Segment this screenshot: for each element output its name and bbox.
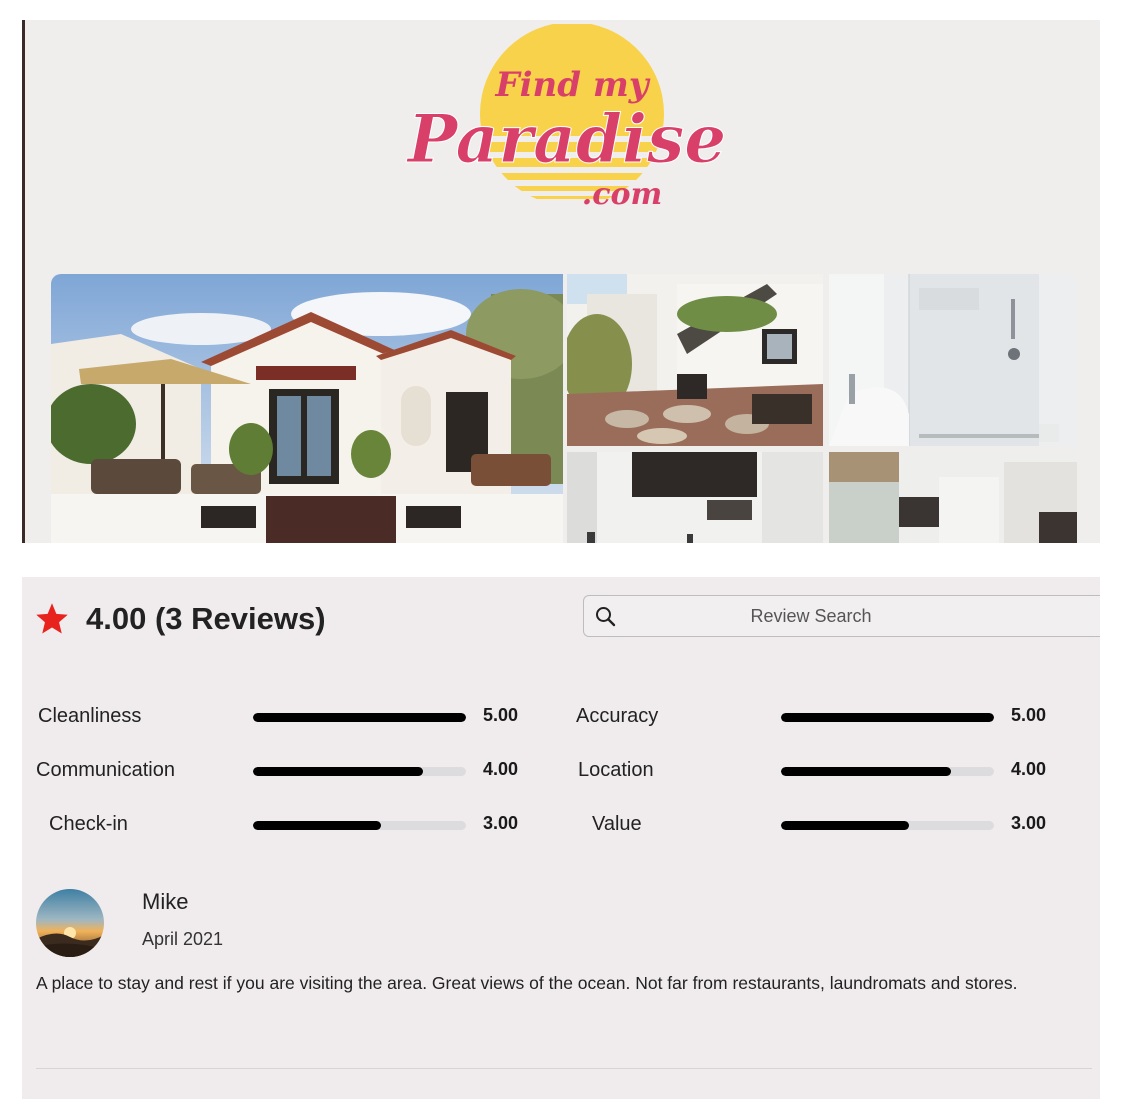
reviewer-avatar[interactable] (36, 889, 104, 957)
rating-bar-check-in (253, 821, 466, 830)
rating-label-location: Location (578, 759, 654, 781)
rating-bar-location (781, 767, 994, 776)
rating-bar-fill (253, 713, 466, 722)
logo-text-paradise: Paradise (406, 100, 727, 178)
reviewer-name: Mike (142, 889, 189, 914)
listing-header-panel: Find my Paradise .com (22, 20, 1100, 543)
rating-bar-cleanliness (253, 713, 466, 722)
bathroom-photo[interactable] (829, 274, 1077, 446)
reviews-panel: 4.00 (3 Reviews) Cleanliness 5.00 Commun… (22, 577, 1100, 1099)
rating-bar-fill (781, 767, 952, 776)
rating-value-value: 3.00 (1011, 813, 1047, 833)
rating-value-cleanliness: 5.00 (483, 705, 519, 725)
rating-value-location: 4.00 (1011, 759, 1047, 779)
star-icon (36, 603, 68, 634)
rating-summary-text: 4.00 (3 Reviews) (86, 601, 326, 636)
rating-value-communication: 4.00 (483, 759, 519, 779)
rating-label-check-in: Check-in (49, 813, 128, 835)
rating-bar-communication (253, 767, 466, 776)
rating-bar-fill (253, 821, 381, 830)
rating-label-communication: Communication (36, 759, 175, 781)
courtyard-photo[interactable] (567, 274, 823, 446)
logo-text-findmy: Find my (494, 65, 650, 105)
reviews-summary: 4.00 (3 Reviews) (34, 599, 326, 639)
review-search-box[interactable] (583, 595, 1100, 637)
logo-text-com: .com (582, 177, 662, 212)
rating-label-accuracy: Accuracy (576, 705, 659, 727)
photo-gallery (51, 274, 1077, 543)
rating-label-cleanliness: Cleanliness (38, 705, 142, 727)
kitchen-photo[interactable] (567, 452, 823, 543)
find-my-paradise-logo[interactable]: Find my Paradise .com (397, 24, 737, 224)
rating-bar-fill (253, 767, 424, 776)
review-date: April 2021 (142, 929, 224, 949)
rating-bar-fill (781, 821, 909, 830)
search-icon[interactable] (594, 605, 618, 629)
rating-value-check-in: 3.00 (483, 813, 519, 833)
rating-value-accuracy: 5.00 (1011, 705, 1047, 725)
house-front-photo[interactable] (51, 274, 563, 543)
rating-bar-accuracy (781, 713, 994, 722)
review-text: A place to stay and rest if you are visi… (36, 973, 1018, 993)
review-search-input[interactable] (626, 596, 996, 636)
living-room-photo[interactable] (829, 452, 1077, 543)
review-divider (36, 1068, 1092, 1069)
rating-label-value: Value (592, 813, 642, 835)
sunset-avatar-icon (36, 889, 104, 957)
rating-bar-value (781, 821, 994, 830)
rating-bar-fill (781, 713, 994, 722)
